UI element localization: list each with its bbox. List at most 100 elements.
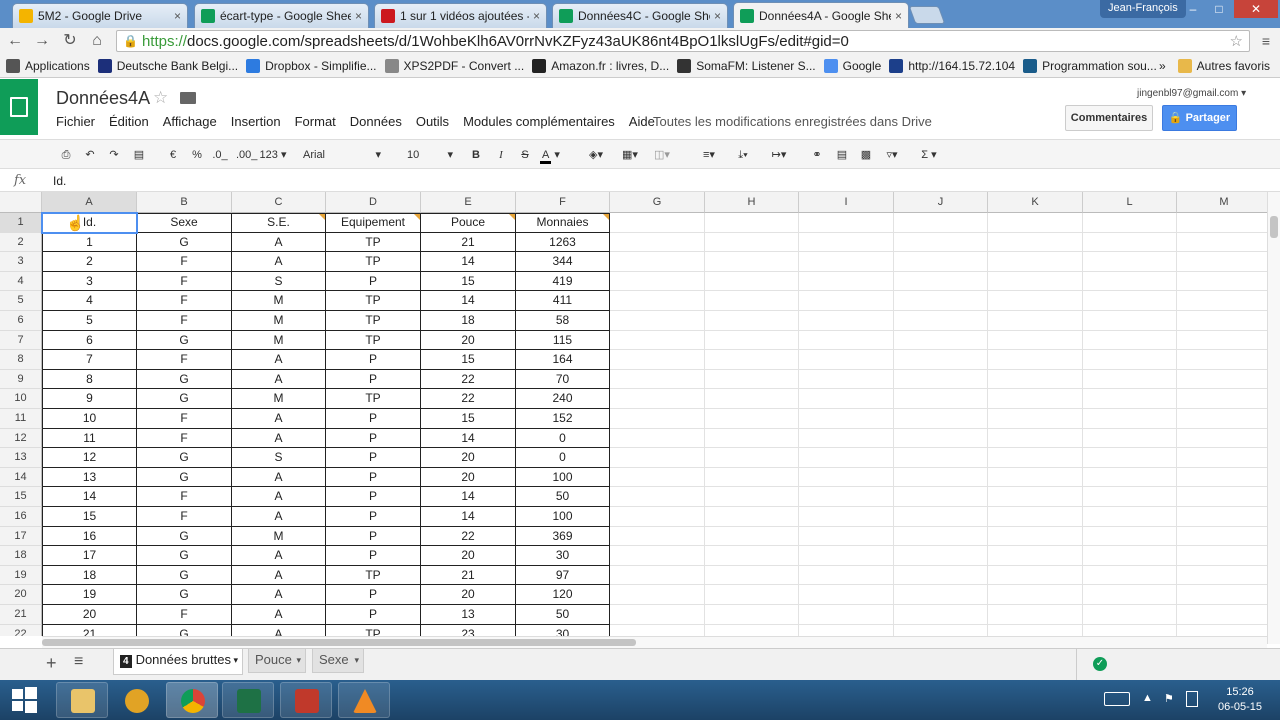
row-header[interactable]: 22 xyxy=(0,624,42,636)
grid-cell[interactable] xyxy=(1083,526,1177,547)
grid-cell[interactable] xyxy=(1177,213,1267,233)
grid-cell[interactable] xyxy=(705,585,799,605)
grid-cell[interactable]: 9 xyxy=(42,389,137,409)
grid-cell[interactable] xyxy=(705,428,799,449)
text-color-button[interactable]: A ▾ xyxy=(540,147,568,164)
share-button[interactable]: 🔒 Partager xyxy=(1162,105,1237,131)
grid-cell[interactable]: 100 xyxy=(516,467,610,488)
other-bookmarks[interactable]: Autres favoris xyxy=(1177,58,1270,73)
spreadsheet-grid[interactable]: A B C D E F G H I J K L M 1 Id. Sexe S.E. Equipement Pouce… xyxy=(0,192,1267,636)
grid-cell[interactable]: F xyxy=(137,507,232,527)
grid-cell[interactable] xyxy=(799,546,894,566)
grid-cell[interactable] xyxy=(894,428,988,449)
horizontal-scroll-thumb[interactable] xyxy=(42,639,636,646)
bookmark-item[interactable]: Applications xyxy=(6,58,90,73)
menu-item[interactable]: Modules complémentaires xyxy=(463,114,615,130)
maximize-window-icon[interactable]: □ xyxy=(1206,0,1232,18)
close-tab-icon[interactable]: × xyxy=(533,9,540,23)
grid-cell[interactable] xyxy=(799,565,894,586)
close-tab-icon[interactable]: × xyxy=(174,9,181,23)
row-header[interactable]: 4 xyxy=(0,271,42,292)
row-header[interactable]: 1 xyxy=(0,213,42,233)
align-vertical-icon[interactable]: ⤓▾ xyxy=(731,147,755,163)
sheet-tab-menu-icon[interactable]: ▾ xyxy=(354,649,359,671)
grid-cell[interactable] xyxy=(894,389,988,409)
grid-cell[interactable]: 58 xyxy=(516,311,610,331)
comments-button[interactable]: Commentaires xyxy=(1065,105,1153,131)
print-icon[interactable]: ⎙ xyxy=(58,147,74,163)
grid-cell[interactable]: G xyxy=(137,546,232,566)
all-sheets-icon[interactable]: ≡ xyxy=(74,653,83,671)
grid-cell[interactable]: 20 xyxy=(421,467,516,488)
grid-cell[interactable] xyxy=(799,389,894,409)
pdf-taskbar-icon[interactable] xyxy=(280,682,332,718)
grid-cell[interactable] xyxy=(705,369,799,390)
merge-cells-icon[interactable]: ◫▾ xyxy=(650,147,674,163)
menu-item[interactable]: Fichier xyxy=(56,114,95,130)
text-wrap-icon[interactable]: ↦▾ xyxy=(764,147,794,163)
grid-cell[interactable]: M xyxy=(232,389,326,409)
column-header[interactable]: K xyxy=(988,192,1083,213)
grid-cell[interactable]: 23 xyxy=(421,624,516,636)
grid-cell[interactable]: 8 xyxy=(42,369,137,390)
grid-cell[interactable]: M xyxy=(232,291,326,311)
grid-cell[interactable]: 14 xyxy=(42,487,137,507)
grid-cell[interactable]: 20 xyxy=(421,585,516,605)
insert-comment-icon[interactable]: ▤ xyxy=(833,147,851,163)
grid-cell[interactable] xyxy=(610,605,705,625)
grid-cell[interactable]: P xyxy=(326,448,421,468)
grid-cell[interactable] xyxy=(988,350,1083,370)
grid-cell[interactable]: 240 xyxy=(516,389,610,409)
grid-cell[interactable] xyxy=(988,448,1083,468)
grid-cell[interactable] xyxy=(705,389,799,409)
row-header[interactable]: 20 xyxy=(0,585,42,605)
menu-item[interactable]: Édition xyxy=(109,114,149,130)
grid-cell[interactable]: M xyxy=(232,311,326,331)
grid-cell[interactable]: Id. xyxy=(42,213,137,233)
grid-cell[interactable]: 97 xyxy=(516,565,610,586)
grid-cell[interactable]: 19 xyxy=(42,585,137,605)
column-header[interactable]: A xyxy=(42,192,137,213)
grid-cell[interactable]: 18 xyxy=(42,565,137,586)
font-select[interactable]: Arial ▾ xyxy=(303,147,381,163)
grid-cell[interactable] xyxy=(1177,233,1267,253)
grid-cell[interactable] xyxy=(894,252,988,272)
row-header[interactable]: 15 xyxy=(0,487,42,507)
back-icon[interactable]: ← xyxy=(5,32,25,52)
grid-cell[interactable] xyxy=(988,232,1083,253)
row-header[interactable]: 21 xyxy=(0,605,42,625)
grid-cell[interactable]: A xyxy=(232,624,326,636)
row-header[interactable]: 14 xyxy=(0,467,42,488)
grid-cell[interactable]: TP xyxy=(326,252,421,272)
close-tab-icon[interactable]: × xyxy=(895,9,902,23)
grid-cell[interactable] xyxy=(988,330,1083,351)
grid-cell[interactable]: TP xyxy=(326,232,421,253)
grid-cell[interactable]: G xyxy=(137,369,232,390)
grid-cell[interactable]: F xyxy=(137,409,232,429)
grid-cell[interactable] xyxy=(705,291,799,311)
grid-cell[interactable]: 15 xyxy=(421,409,516,429)
grid-cell[interactable] xyxy=(799,350,894,370)
bookmarks-overflow-button[interactable]: » xyxy=(1159,59,1166,73)
grid-cell[interactable] xyxy=(894,605,988,625)
align-horizontal-icon[interactable]: ≡▾ xyxy=(697,147,721,163)
grid-cell[interactable]: 0 xyxy=(516,428,610,449)
grid-cell[interactable]: P xyxy=(326,585,421,605)
browser-tab[interactable]: Données4C - Google Shee × xyxy=(552,3,728,28)
grid-cell[interactable]: 4 xyxy=(42,291,137,311)
grid-cell[interactable]: Pouce xyxy=(421,213,516,233)
grid-cell[interactable]: 16 xyxy=(42,526,137,547)
grid-cell[interactable]: 12 xyxy=(42,448,137,468)
grid-cell[interactable] xyxy=(610,585,705,605)
grid-cell[interactable]: 1 xyxy=(42,232,137,253)
grid-cell[interactable]: A xyxy=(232,487,326,507)
row-header[interactable]: 6 xyxy=(0,311,42,331)
menu-item[interactable]: Insertion xyxy=(231,114,281,130)
grid-cell[interactable] xyxy=(894,350,988,370)
grid-cell[interactable] xyxy=(610,213,705,233)
grid-cell[interactable] xyxy=(1083,350,1177,370)
grid-cell[interactable] xyxy=(610,428,705,449)
star-icon[interactable]: ☆ xyxy=(153,88,168,108)
grid-cell[interactable] xyxy=(894,448,988,468)
grid-cell[interactable] xyxy=(1083,585,1177,605)
